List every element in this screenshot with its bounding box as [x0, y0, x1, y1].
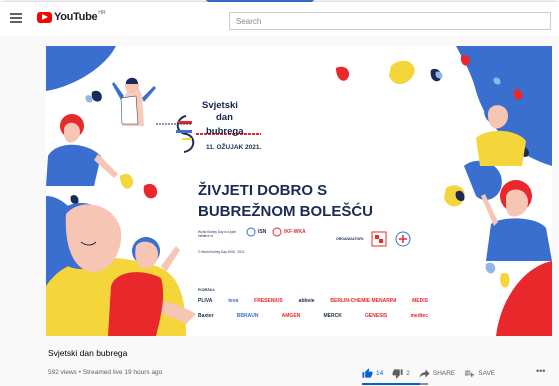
search-input[interactable]: Search [229, 12, 551, 30]
thumb-event-name-3: bubrega [206, 126, 244, 137]
thumb-ikf: IKF-WKA [284, 229, 306, 235]
video-title: Svjetski dan bubrega [48, 348, 128, 358]
logo-text: YouTube [54, 11, 98, 23]
sponsor-logo: Baxter [198, 313, 214, 319]
menu-icon[interactable] [10, 13, 22, 23]
sponsor-logo: MEDIS [412, 298, 428, 304]
save-button[interactable]: SAVE [464, 368, 495, 379]
more-actions-icon[interactable]: ••• [536, 366, 545, 376]
share-label: SHARE [432, 369, 456, 377]
youtube-logo[interactable]: YouTube HR [37, 10, 106, 23]
video-player[interactable]: Svjetski dan bubrega 11. OŽUJAK 2021. ŽI… [46, 46, 552, 336]
sponsor-logo: GENESIS [365, 313, 388, 319]
share-icon [419, 368, 430, 378]
thumb-headline-2: BUBREŽNOM BOLEŠĆU [198, 203, 373, 220]
thumb-isn: ISN [258, 229, 267, 235]
dislike-count: 2 [406, 369, 410, 377]
share-button[interactable]: SHARE [419, 368, 455, 379]
youtube-play-icon [37, 11, 52, 23]
sponsor-logo: medtec [410, 313, 428, 319]
thumb-copyright: © World Kidney Day 2006 - 2021 [198, 250, 245, 254]
dislike-button[interactable]: 2 [392, 368, 410, 379]
masthead: YouTube HR Search [0, 2, 559, 36]
thumb-event-name-2: dan [216, 112, 233, 123]
search-placeholder: Search [236, 17, 262, 26]
thumbs-down-icon [392, 368, 403, 379]
like-ratio-fill [362, 383, 420, 385]
save-label: SAVE [478, 369, 496, 377]
video-meta: 592 views • Streamed live 19 hours ago [48, 369, 163, 376]
sponsor-logo: BBRAUN [236, 313, 259, 319]
thumb-date: 11. OŽUJAK 2021. [206, 144, 262, 151]
sponsor-logo: PLIVA [198, 298, 213, 304]
sponsor-logo: abbvie [298, 298, 315, 304]
playlist-add-icon [465, 370, 475, 377]
sponsor-logo: AMGEN [281, 313, 301, 319]
like-button[interactable]: 14 [362, 367, 384, 379]
sponsor-row-2: Baxter BBRAUN AMGEN MERCK GENESIS medtec [198, 313, 428, 319]
sponsor-row-1: PLIVA teva FRESENIUS abbvie BERLIN-CHEMIE ME… [198, 298, 428, 304]
sponsor-logo: FRESENIUS [254, 298, 283, 304]
browser-window: YouTube HR Search Svjetski dan bubrega 1… [0, 2, 559, 386]
thumb-wkd-text: World Kidney Day is a joint initiative o… [198, 230, 237, 238]
sponsor-logo: BERLIN-CHEMIE MENARINI [330, 298, 397, 304]
thumb-event-name-1: Svjetski [202, 100, 238, 111]
thumb-organizers: ORGANIZATORI: [336, 237, 364, 241]
like-ratio-bar [362, 383, 428, 385]
video-actions: 14 2 SHARE SAVE [362, 366, 504, 380]
thumbs-up-icon [362, 367, 373, 378]
like-count: 14 [376, 369, 384, 377]
sponsor-logo: teva [228, 298, 239, 304]
thumb-headline-1: ŽIVJETI DOBRO S [198, 182, 328, 199]
thumb-supported-by: PODRŽALI: [198, 288, 216, 292]
logo-country-code: HR [98, 10, 106, 16]
screen: YouTube HR Search Svjetski dan bubrega 1… [0, 0, 559, 386]
sponsor-logo: MERCK [323, 313, 342, 319]
